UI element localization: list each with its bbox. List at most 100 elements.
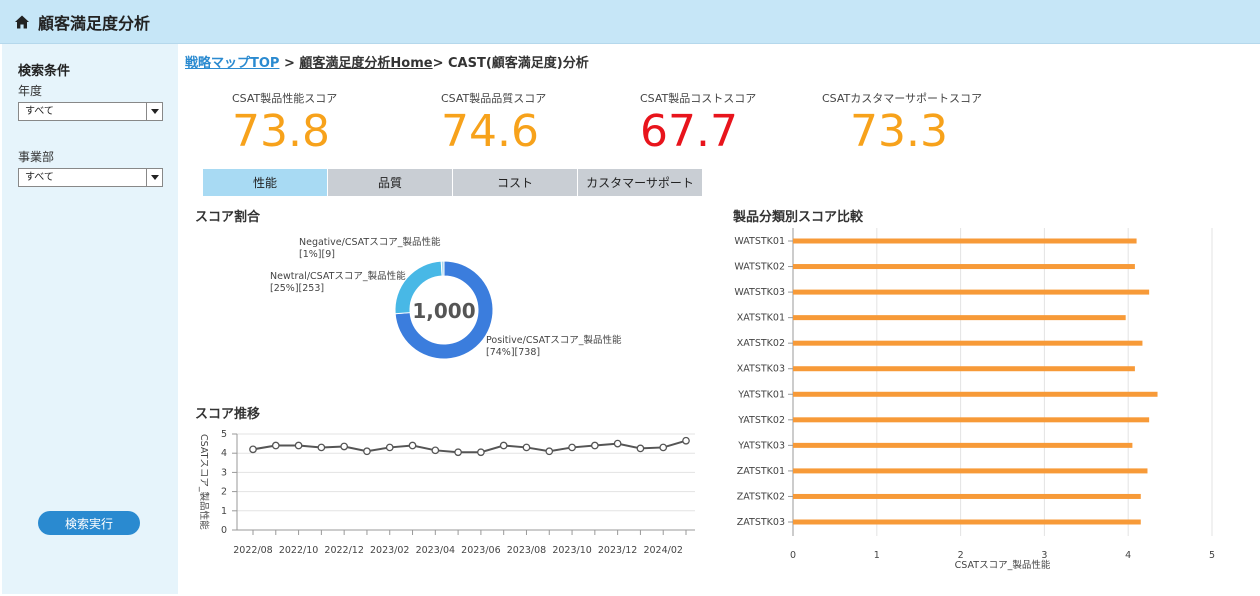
data-point	[454, 448, 462, 457]
category-label: ZATSTK03	[737, 517, 785, 528]
year-label: 年度	[18, 84, 43, 98]
bar	[793, 340, 1143, 346]
data-point	[363, 447, 371, 456]
data-point	[294, 441, 303, 450]
year-select-value: すべて	[25, 106, 54, 117]
category-label: WATSTK01	[734, 236, 785, 247]
donut-slice-value-label: [74%][738]	[486, 347, 540, 358]
x-tick-label: 2023/08	[507, 545, 546, 556]
breadcrumb-separator: >	[279, 56, 300, 71]
x-tick-label: 2022/10	[279, 545, 318, 556]
data-point	[545, 447, 554, 456]
kpi-label: CSATカスタマーサポートスコア	[822, 92, 983, 105]
category-label: YATSTK02	[737, 415, 785, 426]
data-point	[385, 443, 394, 452]
bar	[793, 468, 1148, 474]
category-label: XATSTK03	[737, 364, 785, 375]
data-point	[613, 439, 622, 448]
x-tick-label: 0	[790, 550, 796, 561]
division-select[interactable]: すべて	[18, 168, 163, 187]
category-label: YATSTK03	[737, 440, 785, 451]
breadcrumb-current: CAST(顧客満足度)分析	[448, 56, 589, 71]
bar	[793, 315, 1126, 321]
x-tick-label: 2023/02	[370, 545, 409, 556]
breadcrumb-separator: >	[432, 56, 449, 71]
data-point	[271, 441, 280, 450]
kpi-value: 74.6	[441, 106, 539, 157]
y-tick-label: 4	[221, 448, 227, 459]
category-label: XATSTK01	[737, 313, 785, 324]
search-button[interactable]: 検索実行	[38, 511, 140, 535]
data-point	[477, 448, 485, 457]
data-point	[499, 441, 508, 450]
division-select-value: すべて	[25, 172, 54, 183]
app-header: 顧客満足度分析	[0, 0, 1260, 44]
product-compare-bar-chart: 0 1 2 3 4 5WATSTK01WATSTK02WATSTK03XATSTK01XA…	[734, 228, 1215, 571]
category-label: WATSTK03	[734, 287, 785, 298]
kpi-value: 73.3	[850, 106, 948, 157]
donut-slice-value-label: [25%][253]	[270, 283, 324, 294]
chevron-down-icon[interactable]	[146, 169, 162, 186]
score-ratio-donut-chart: 1,000 Positive/CSATスコア_製品性能[74%][738] Newt…	[270, 236, 622, 360]
home-icon[interactable]	[14, 14, 30, 30]
score-trend-line-chart: 0 1 2 3 4 5 2022/08 2022/10 2022/12 2023/02 2023/0…	[198, 429, 695, 556]
kpi-label: CSAT製品コストスコア	[640, 92, 757, 105]
tab-quality[interactable]: 品質	[328, 169, 452, 196]
kpi-value: 73.8	[232, 106, 330, 157]
bar	[793, 442, 1133, 448]
data-point	[249, 445, 257, 454]
y-tick-label: 3	[221, 467, 227, 478]
search-sidebar: 検索条件 年度 すべて 事業部 すべて 検索実行	[2, 44, 178, 594]
x-tick-label: 2022/08	[233, 545, 272, 556]
data-point	[522, 443, 531, 452]
tab-customer-support[interactable]: カスタマーサポート	[578, 169, 702, 196]
search-conditions-title: 検索条件	[18, 64, 71, 79]
data-point	[317, 443, 326, 452]
tab-performance[interactable]: 性能	[203, 169, 327, 196]
breadcrumb: 戦略マップTOP > 顧客満足度分析Home> CAST(顧客満足度)分析	[185, 52, 589, 71]
bar	[793, 289, 1150, 295]
donut-slice	[440, 260, 445, 277]
category-label: XATSTK02	[737, 338, 785, 349]
category-label: ZATSTK02	[737, 491, 785, 502]
year-select[interactable]: すべて	[18, 102, 163, 121]
bar	[793, 493, 1141, 499]
data-point	[340, 442, 349, 451]
y-axis-label: CSATスコア_製品性能	[198, 434, 210, 530]
kpi-performance: CSAT製品性能スコア 73.8	[232, 90, 432, 158]
x-tick-label: 5	[1209, 550, 1215, 561]
bar	[793, 264, 1135, 270]
kpi-label: CSAT製品性能スコア	[232, 92, 338, 105]
x-tick-label: 2023/10	[552, 545, 591, 556]
donut-slice-label: Positive/CSATスコア_製品性能	[486, 334, 622, 346]
x-tick-label: 2024/02	[643, 545, 682, 556]
kpi-cost: CSAT製品コストスコア 67.7	[640, 90, 840, 158]
y-tick-label: 5	[221, 429, 227, 440]
data-point	[636, 444, 645, 453]
y-tick-label: 0	[221, 525, 227, 536]
breadcrumb-link-strategy-map[interactable]: 戦略マップTOP	[185, 56, 279, 71]
bar	[793, 417, 1150, 423]
score-ratio-title: スコア割合	[195, 210, 261, 225]
data-point	[659, 443, 668, 452]
bar	[793, 366, 1135, 372]
x-tick-label: 2023/04	[416, 545, 455, 556]
kpi-quality: CSAT製品品質スコア 74.6	[441, 90, 641, 158]
data-point	[408, 441, 417, 450]
donut-center-label: 1,000	[412, 299, 475, 323]
tab-cost[interactable]: コスト	[453, 169, 577, 196]
category-label: WATSTK02	[734, 262, 785, 273]
y-tick-label: 1	[221, 506, 227, 517]
kpi-label: CSAT製品品質スコア	[441, 92, 547, 105]
x-axis-label: CSATスコア_製品性能	[955, 559, 1051, 571]
bar	[793, 238, 1137, 244]
data-point	[682, 436, 690, 445]
donut-slice-label: Newtral/CSATスコア_製品性能	[270, 270, 406, 282]
donut-slice-label: Negative/CSATスコア_製品性能	[299, 236, 441, 248]
chevron-down-icon[interactable]	[146, 103, 162, 120]
breadcrumb-link-csat-home[interactable]: 顧客満足度分析Home	[299, 56, 432, 71]
division-label: 事業部	[18, 150, 55, 164]
y-tick-label: 2	[221, 487, 227, 498]
app-title: 顧客満足度分析	[38, 13, 151, 33]
x-tick-label: 1	[874, 550, 880, 561]
